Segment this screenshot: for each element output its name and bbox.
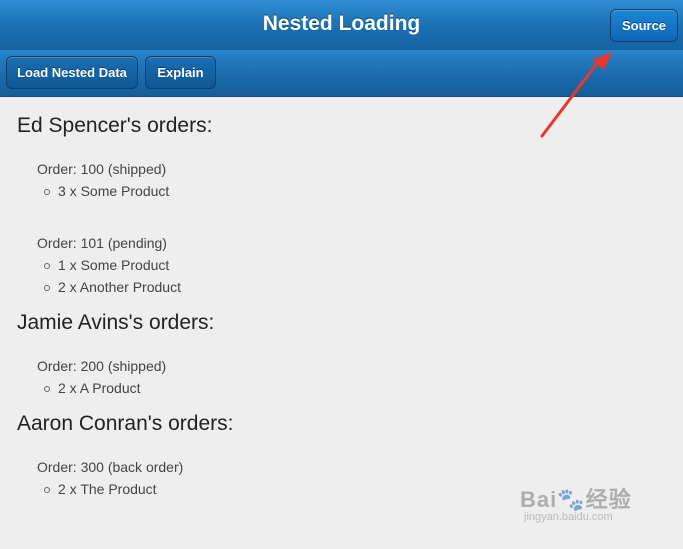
order-item: 3 x Some Product [44,180,657,202]
order: Order: 101 (pending) 1 x Some Product 2 … [37,232,657,298]
customer-heading: Aaron Conran's orders: [17,412,234,435]
customer-section: Ed Spencer's orders: Order: 100 (shipped… [17,114,657,298]
order-item: 2 x A Product [44,377,657,399]
load-nested-data-button[interactable]: Load Nested Data [6,56,138,89]
bullet-icon [44,263,50,269]
page-title: Nested Loading [262,12,421,35]
bullet-icon [44,487,50,493]
annotation-arrow-icon [540,52,612,138]
source-button[interactable]: Source [610,9,678,42]
order-label: Order: 300 (back order) [37,459,184,475]
customer-section: Jamie Avins's orders: Order: 200 (shippe… [17,311,657,399]
bullet-icon [44,285,50,291]
bullet-icon [44,189,50,195]
order-label: Order: 101 (pending) [37,235,167,251]
watermark-logo: Bai🐾经验 [520,487,632,512]
order: Order: 200 (shipped) 2 x A Product [37,355,657,399]
customer-heading: Jamie Avins's orders: [17,311,215,334]
order-item: 1 x Some Product [44,254,657,276]
bullet-icon [44,386,50,392]
order: Order: 100 (shipped) 3 x Some Product [37,158,657,202]
title-bar: Nested Loading Source [0,0,683,51]
watermark-url: jingyan.baidu.com [524,511,613,523]
explain-button[interactable]: Explain [145,56,216,89]
orders-list: Ed Spencer's orders: Order: 100 (shipped… [17,97,657,530]
order-label: Order: 100 (shipped) [37,161,167,177]
order-item: 2 x Another Product [44,276,657,298]
order-label: Order: 200 (shipped) [37,358,167,374]
